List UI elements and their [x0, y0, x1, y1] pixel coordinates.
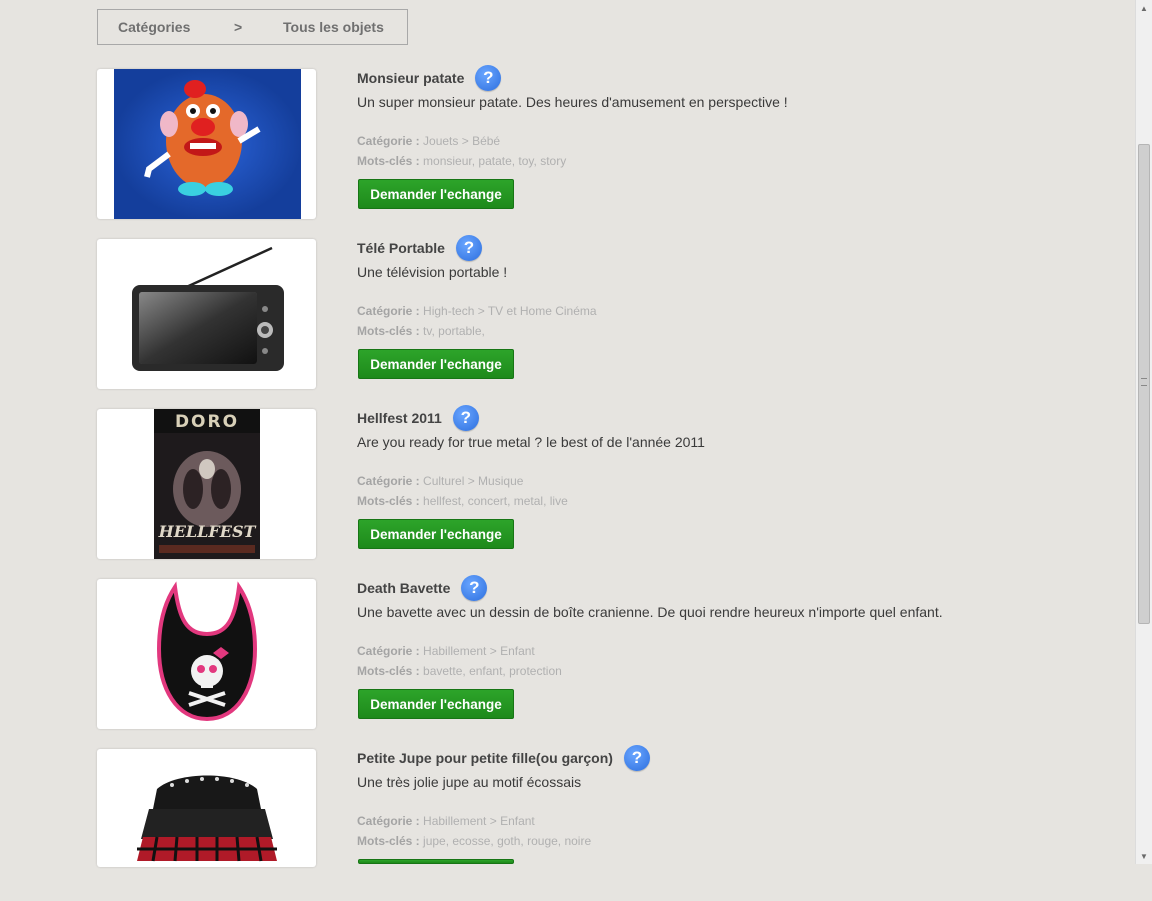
help-icon[interactable]: ?	[455, 235, 482, 261]
list-item: Télé Portable ? Une télévision portable …	[97, 235, 1127, 391]
keywords-label: Mots-clés :	[357, 154, 420, 168]
breadcrumb-current[interactable]: Tous les objets	[283, 19, 384, 35]
item-image-tartan-skirt[interactable]	[97, 749, 316, 867]
category-label: Catégorie :	[357, 304, 420, 318]
request-exchange-button[interactable]: Demander l'echange	[358, 349, 514, 379]
keywords-label: Mots-clés :	[357, 494, 420, 508]
item-image-hellfest-poster[interactable]: DORO HELLFEST	[97, 409, 316, 559]
keywords-label: Mots-clés :	[357, 834, 420, 848]
item-category: Catégorie : Habillement > Enfant	[357, 814, 535, 828]
breadcrumb-separator: >	[234, 19, 243, 35]
category-label: Catégorie :	[357, 134, 420, 148]
item-category: Catégorie : Culturel > Musique	[357, 474, 523, 488]
keywords-value: jupe, ecosse, goth, rouge, noire	[423, 834, 592, 848]
scrollbar-grip-icon	[1141, 378, 1147, 386]
svg-text:DORO: DORO	[175, 412, 239, 432]
list-item: Petite Jupe pour petite fille(ou garçon)…	[97, 745, 1127, 901]
item-description: Un super monsieur patate. Des heures d'a…	[357, 94, 788, 110]
item-description: Are you ready for true metal ? le best o…	[357, 434, 705, 450]
item-title[interactable]: Petite Jupe pour petite fille(ou garçon)	[357, 750, 613, 766]
request-exchange-button[interactable]: Demander l'echange	[358, 689, 514, 719]
category-value: Jouets > Bébé	[423, 134, 501, 148]
category-label: Catégorie :	[357, 814, 420, 828]
scroll-up-arrow-icon[interactable]: ▲	[1136, 0, 1152, 16]
item-title[interactable]: Monsieur patate	[357, 70, 464, 86]
vertical-scrollbar[interactable]: ▲ ▼	[1135, 0, 1152, 864]
keywords-value: monsieur, patate, toy, story	[423, 154, 567, 168]
keywords-label: Mots-clés :	[357, 324, 420, 338]
scroll-down-arrow-icon[interactable]: ▼	[1136, 848, 1152, 864]
request-exchange-button[interactable]	[358, 859, 514, 864]
item-category: Catégorie : Habillement > Enfant	[357, 644, 535, 658]
item-category: Catégorie : High-tech > TV et Home Ciném…	[357, 304, 597, 318]
breadcrumb: Catégories > Tous les objets	[97, 9, 408, 45]
breadcrumb-categories-link[interactable]: Catégories	[118, 19, 190, 35]
item-description: Une bavette avec un dessin de boîte cran…	[357, 604, 943, 620]
item-title[interactable]: Death Bavette	[357, 580, 450, 596]
category-value: Culturel > Musique	[423, 474, 524, 488]
scrollbar-thumb[interactable]	[1138, 144, 1150, 624]
item-image-portable-tv[interactable]	[97, 239, 316, 389]
request-exchange-button[interactable]: Demander l'echange	[358, 179, 514, 209]
keywords-value: tv, portable,	[423, 324, 485, 338]
help-icon[interactable]: ?	[452, 405, 479, 431]
list-item: Death Bavette ? Une bavette avec un dess…	[97, 575, 1127, 731]
item-keywords: Mots-clés : tv, portable,	[357, 324, 485, 338]
keywords-label: Mots-clés :	[357, 664, 420, 678]
item-category: Catégorie : Jouets > Bébé	[357, 134, 500, 148]
category-value: Habillement > Enfant	[423, 644, 535, 658]
category-label: Catégorie :	[357, 474, 420, 488]
help-icon[interactable]: ?	[623, 745, 650, 771]
help-icon[interactable]: ?	[461, 575, 488, 601]
item-title[interactable]: Hellfest 2011	[357, 410, 442, 426]
item-description: Une très jolie jupe au motif écossais	[357, 774, 582, 790]
category-value: High-tech > TV et Home Cinéma	[423, 304, 597, 318]
list-item: Monsieur patate ? Un super monsieur pata…	[97, 65, 1127, 221]
help-icon[interactable]: ?	[475, 65, 502, 91]
item-keywords: Mots-clés : bavette, enfant, protection	[357, 664, 562, 678]
svg-text:HELLFEST: HELLFEST	[158, 522, 257, 541]
item-keywords: Mots-clés : monsieur, patate, toy, story	[357, 154, 566, 168]
keywords-value: hellfest, concert, metal, live	[423, 494, 568, 508]
list-item: DORO HELLFEST Hellfest 2011 ? Are you re…	[97, 405, 1127, 561]
request-exchange-button[interactable]: Demander l'echange	[358, 519, 514, 549]
category-value: Habillement > Enfant	[423, 814, 535, 828]
item-description: Une télévision portable !	[357, 264, 508, 280]
item-image-potato-head[interactable]	[97, 69, 316, 219]
item-keywords: Mots-clés : hellfest, concert, metal, li…	[357, 494, 568, 508]
item-keywords: Mots-clés : jupe, ecosse, goth, rouge, n…	[357, 834, 591, 848]
category-label: Catégorie :	[357, 644, 420, 658]
item-title[interactable]: Télé Portable	[357, 240, 445, 256]
item-image-skull-bib[interactable]	[97, 579, 316, 729]
keywords-value: bavette, enfant, protection	[423, 664, 562, 678]
